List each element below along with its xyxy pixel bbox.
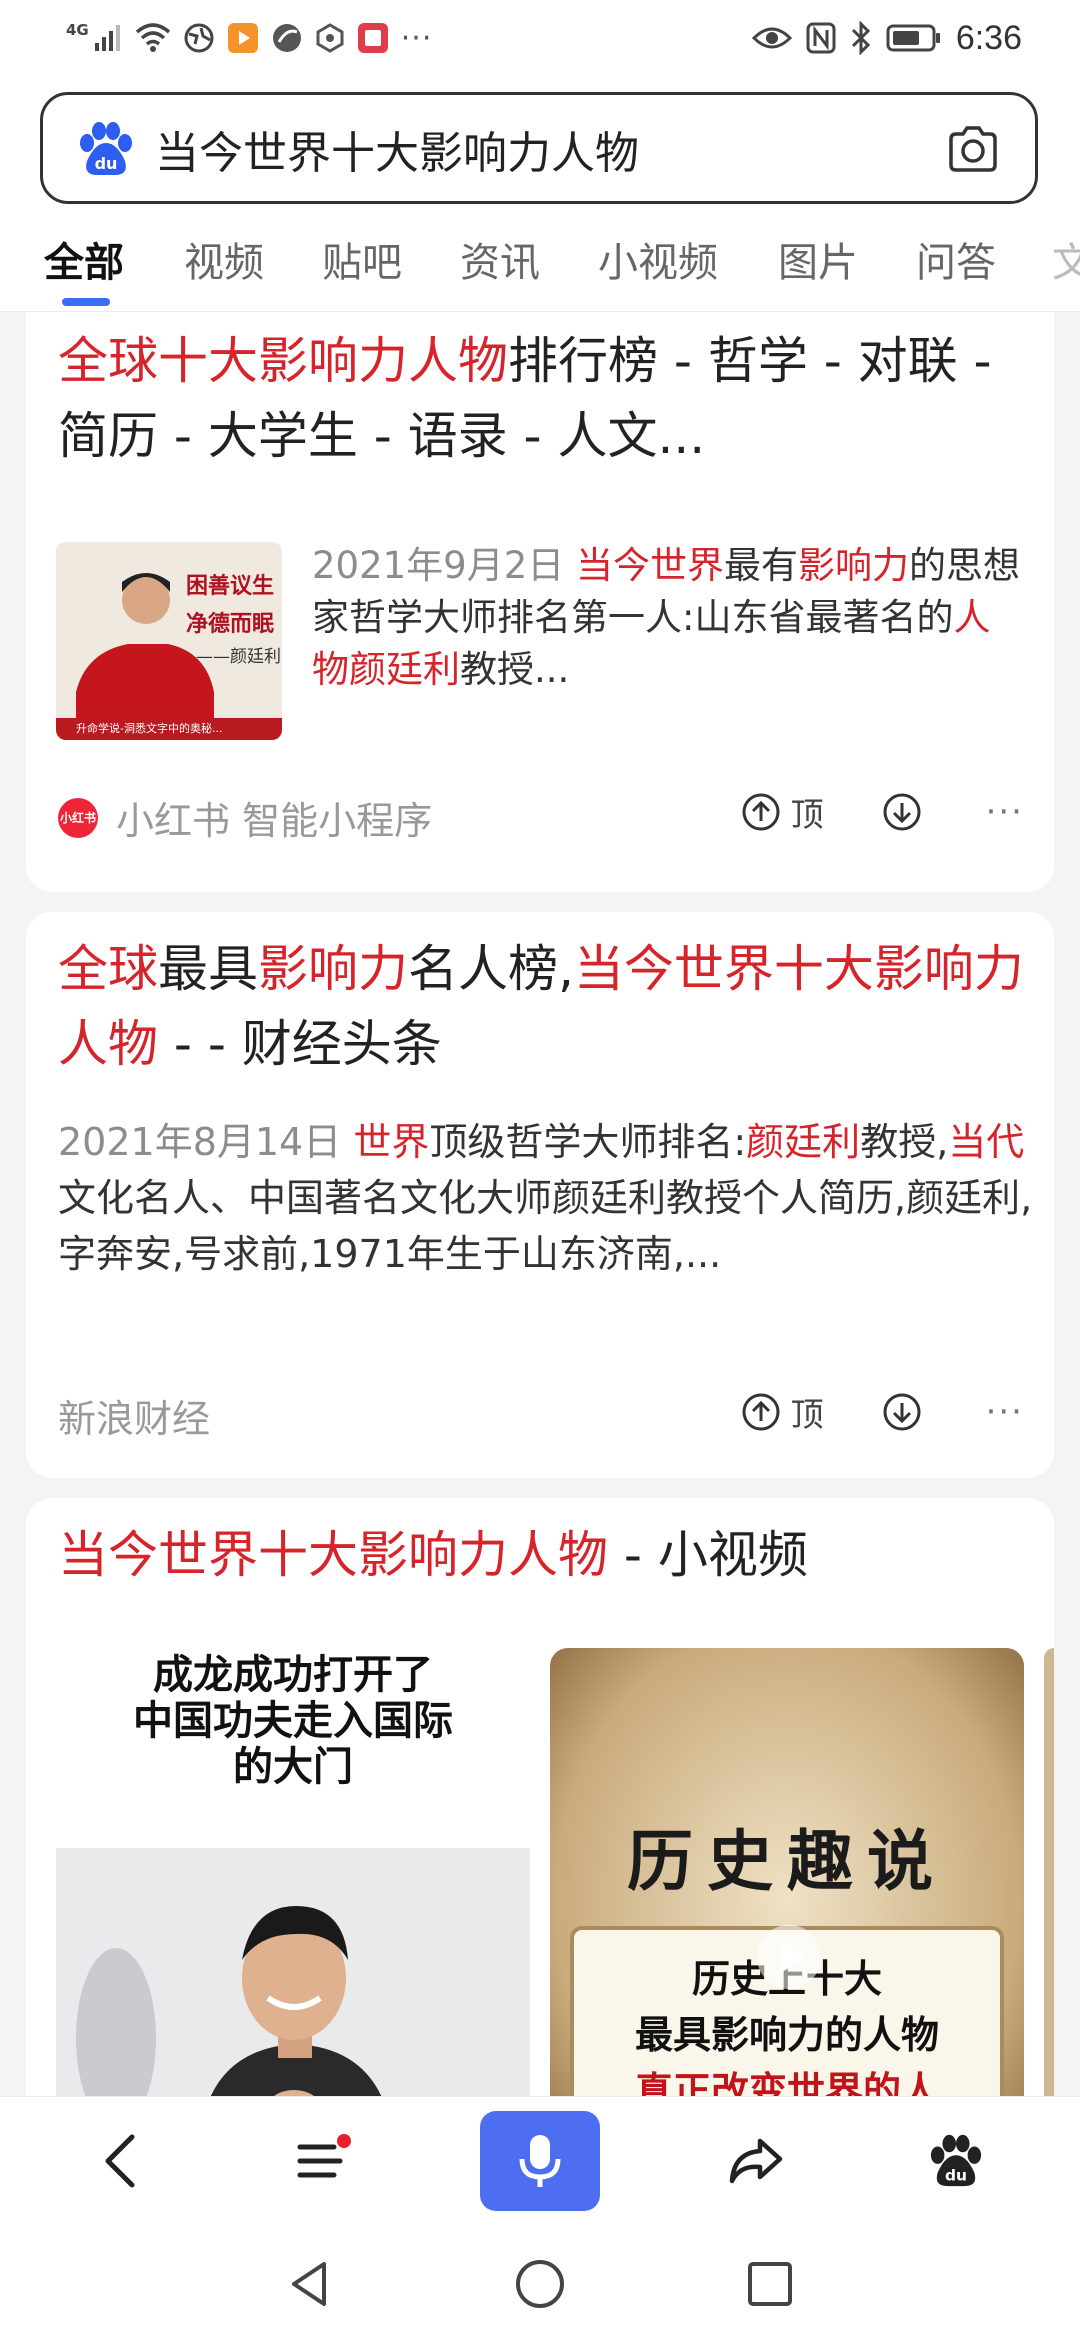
tab-qa[interactable]: 问答 <box>916 230 996 288</box>
play-icon[interactable] <box>755 1923 823 1991</box>
video-title: 历史趣说 <box>627 1822 947 1900</box>
bluetooth-icon <box>851 21 870 55</box>
tab-wenku[interactable]: 文 <box>1052 230 1080 288</box>
triangle-back-icon[interactable] <box>280 2254 340 2314</box>
tab-video[interactable]: 视频 <box>184 230 264 288</box>
menu-button[interactable] <box>288 2125 360 2197</box>
share-icon <box>729 2138 783 2184</box>
result-thumbnail[interactable]: 困善议生 净德而眠 ——颜廷利 升命学说-洞悉文字中的奥秘... <box>56 542 282 740</box>
camera-icon[interactable] <box>945 121 1001 177</box>
video-caption: 成龙成功打开了 中国功夫走入国际 的大门 <box>133 1652 453 1790</box>
tab-all[interactable]: 全部 <box>44 230 124 288</box>
result-source[interactable]: 小红书 小红书 智能小程序 <box>58 790 432 845</box>
xiaohongshu-logo: 小红书 <box>58 797 98 838</box>
svg-text:du: du <box>945 2166 967 2184</box>
video-thumbnail[interactable]: 历史趣说 历史上十大 最具影响力的人物 真正改变世界的人 <box>550 1648 1024 2096</box>
baidu-paw-icon[interactable]: du <box>77 121 135 177</box>
search-box[interactable]: du <box>40 92 1038 204</box>
result-snippet: 2021年9月2日 当今世界最有影响力的思想家哲学大师排名第一人:山东省最著名的… <box>312 544 1021 691</box>
active-tab-indicator <box>62 298 110 306</box>
system-navigation-bar <box>0 2224 1080 2340</box>
microphone-icon <box>519 2135 561 2187</box>
result-source[interactable]: 新浪财经 <box>58 1388 210 1443</box>
results-list: 全球十大影响力人物排行榜 - 哲学 - 对联 - 简历 - 大学生 - 语录 -… <box>0 312 1080 2096</box>
down-arrow-icon[interactable] <box>882 1392 922 1432</box>
result-card: 全球最具影响力名人榜,当今世界十大影响力人物 - - 财经头条 2021年8月1… <box>26 912 1054 1478</box>
down-arrow-icon[interactable] <box>882 792 922 832</box>
battery-icon <box>886 24 940 52</box>
tab-images[interactable]: 图片 <box>778 230 858 288</box>
circle-home-icon[interactable] <box>510 2254 570 2314</box>
result-title[interactable]: 当今世界十大影响力人物 - 小视频 <box>58 1518 1028 1593</box>
status-right: 6:36 <box>751 16 1022 60</box>
up-arrow-icon <box>742 1393 780 1431</box>
category-tabs: 全部 视频 贴吧 资讯 小视频 图片 问答 文 <box>0 208 1080 312</box>
result-card: 全球十大影响力人物排行榜 - 哲学 - 对联 - 简历 - 大学生 - 语录 -… <box>26 312 1054 892</box>
upvote-button[interactable]: 顶 <box>741 788 824 836</box>
person-photo <box>56 1848 530 2096</box>
eye-icon <box>751 27 792 49</box>
signal-bars-icon <box>94 25 120 51</box>
square-recents-icon[interactable] <box>740 2254 800 2314</box>
bottom-toolbar: du <box>0 2096 1080 2224</box>
more-options-icon[interactable]: ··· <box>986 1392 1024 1432</box>
hexagon-app-icon <box>316 23 344 53</box>
search-input[interactable] <box>155 111 955 187</box>
book-app-icon <box>357 23 388 53</box>
back-arrow-icon <box>105 2134 135 2188</box>
voice-search-button[interactable] <box>480 2111 600 2211</box>
tab-short-video[interactable]: 小视频 <box>598 230 718 288</box>
share-button[interactable] <box>720 2125 792 2197</box>
result-title[interactable]: 全球最具影响力名人榜,当今世界十大影响力人物 - - 财经头条 <box>58 932 1028 1082</box>
wifi-icon <box>135 23 170 52</box>
result-snippet: 2021年8月14日 世界顶级哲学大师排名:颜廷利教授,当代文化名人、中国著名文… <box>58 1120 1033 1276</box>
baidu-home-button[interactable]: du <box>920 2125 992 2197</box>
nfc-icon <box>806 22 836 54</box>
search-header: du <box>0 80 1080 208</box>
more-options-icon[interactable]: ··· <box>986 792 1024 832</box>
browser-app-icon <box>272 24 301 52</box>
status-left: 4G ··· <box>66 16 432 60</box>
menu-icon <box>297 2134 351 2178</box>
back-button[interactable] <box>84 2125 156 2197</box>
result-actions: 顶 ··· <box>741 1388 1024 1436</box>
result-actions: 顶 ··· <box>741 788 1024 836</box>
svg-text:du: du <box>95 154 118 173</box>
video-thumbnail[interactable]: 成龙成功打开了 中国功夫走入国际 的大门 <box>56 1648 530 2096</box>
up-arrow-icon <box>742 793 780 831</box>
vpn-globe-icon <box>184 23 214 53</box>
upvote-button[interactable]: 顶 <box>741 1388 824 1436</box>
tab-news[interactable]: 资讯 <box>460 230 540 288</box>
network-type: 4G <box>66 20 89 39</box>
more-notifications: ··· <box>400 20 433 56</box>
baidu-paw-icon: du <box>930 2134 982 2187</box>
clock: 6:36 <box>955 18 1022 57</box>
video-app-icon <box>227 23 258 53</box>
result-title[interactable]: 全球十大影响力人物排行榜 - 哲学 - 对联 - 简历 - 大学生 - 语录 -… <box>58 324 1028 474</box>
next-video-peek[interactable] <box>1044 1648 1054 2096</box>
result-card: 当今世界十大影响力人物 - 小视频 成龙成功打开了 中国功夫走入国际 的大门 历… <box>26 1498 1054 2096</box>
status-bar: 4G ··· 6:36 <box>0 0 1080 80</box>
tab-tieba[interactable]: 贴吧 <box>322 230 402 288</box>
